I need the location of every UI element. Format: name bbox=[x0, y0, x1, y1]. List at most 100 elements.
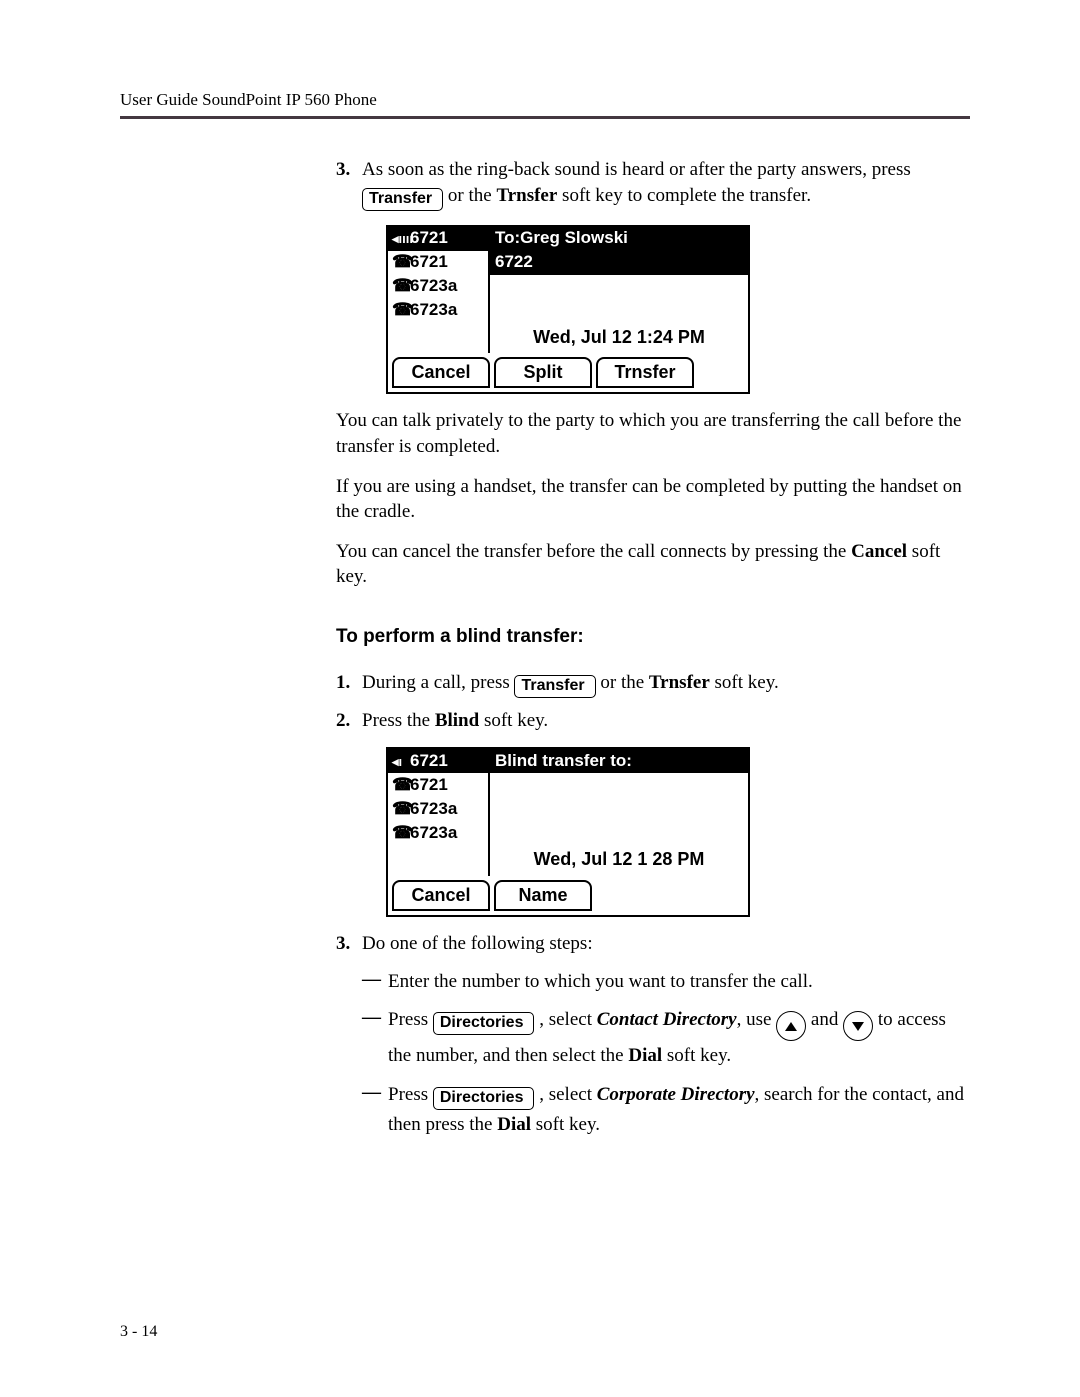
sub2-mid2: , use bbox=[737, 1009, 777, 1030]
line-label: 6723a bbox=[410, 822, 457, 845]
step-number: 3. bbox=[336, 157, 362, 211]
step3-line2-bold: Trnsfer bbox=[496, 185, 557, 206]
speaker-icon: ◂ıııı bbox=[392, 230, 410, 248]
line-row: ◂ı6721 bbox=[388, 749, 488, 773]
softkey-row: Cancel Name bbox=[388, 876, 748, 915]
directories-key: Directories bbox=[433, 1087, 535, 1110]
bs2-bold: Blind bbox=[435, 710, 479, 731]
step-body: As soon as the ring-back sound is heard … bbox=[362, 157, 970, 211]
line-label: 6721 bbox=[410, 774, 448, 797]
substep-1: — Enter the number to which you want to … bbox=[362, 967, 970, 997]
sub2-pre: Press bbox=[388, 1009, 433, 1030]
line-row: ☎6723a bbox=[388, 299, 488, 323]
step-body: Do one of the following steps: bbox=[362, 931, 970, 957]
sub2-ital: Contact Directory bbox=[597, 1009, 737, 1030]
phone-screen-2: ◂ı6721 ☎6721 ☎6723a ☎6723a Blind transfe… bbox=[386, 747, 750, 917]
sub3-pre: Press bbox=[388, 1084, 433, 1105]
substep-3: — Press Directories , select Corporate D… bbox=[362, 1080, 970, 1141]
directories-key: Directories bbox=[433, 1012, 535, 1035]
bs1-post: soft key. bbox=[710, 672, 779, 693]
line-label: 6723a bbox=[410, 275, 457, 298]
sub3-bold: Dial bbox=[497, 1114, 531, 1135]
paragraph: You can talk privately to the party to w… bbox=[336, 408, 970, 459]
step3-line1: As soon as the ring-back sound is heard … bbox=[362, 159, 911, 180]
bs2-post: soft key. bbox=[479, 710, 548, 731]
line-label: 6721 bbox=[410, 750, 448, 773]
bs1-pre: During a call, press bbox=[362, 672, 514, 693]
step3-line2-post: soft key to complete the transfer. bbox=[557, 185, 811, 206]
dash-icon: — bbox=[362, 1005, 388, 1072]
transfer-key: Transfer bbox=[362, 188, 443, 211]
line-row: ☎6723a bbox=[388, 821, 488, 845]
line-label: 6723a bbox=[410, 798, 457, 821]
line-list: ◂ıııı6721 ☎6721 ☎6723a ☎6723a bbox=[388, 227, 490, 353]
phone-icon: ☎ bbox=[392, 251, 410, 274]
blind-transfer-title: Blind transfer to: bbox=[490, 749, 748, 773]
dash-icon: — bbox=[362, 1080, 388, 1141]
line-row: ☎6721 bbox=[388, 773, 488, 797]
dash-icon: — bbox=[362, 967, 388, 997]
phone-icon: ☎ bbox=[392, 774, 410, 797]
datetime: Wed, Jul 12 1:24 PM bbox=[490, 323, 748, 353]
softkey-row: Cancel Split Trnsfer bbox=[388, 353, 748, 392]
page-number: 3 - 14 bbox=[120, 1323, 157, 1341]
phone-icon: ☎ bbox=[392, 299, 410, 322]
substep-body: Press Directories , select Corporate Dir… bbox=[388, 1080, 970, 1141]
para3-pre: You can cancel the transfer before the c… bbox=[336, 541, 851, 562]
blind-step-2: 2. Press the Blind soft key. bbox=[336, 708, 970, 734]
phone-screen-1: ◂ıııı6721 ☎6721 ☎6723a ☎6723a To:Greg Sl… bbox=[386, 225, 750, 395]
line-row: ☎6723a bbox=[388, 797, 488, 821]
bs1-mid: or the bbox=[596, 672, 649, 693]
step3-line2-pre: or the bbox=[448, 185, 497, 206]
line-row: ☎6723a bbox=[388, 275, 488, 299]
softkey-split: Split bbox=[494, 357, 592, 388]
step-3-top: 3. As soon as the ring-back sound is hea… bbox=[336, 157, 970, 211]
phone-icon: ☎ bbox=[392, 798, 410, 821]
triangle-down-icon bbox=[852, 1022, 864, 1031]
page-header: User Guide SoundPoint IP 560 Phone bbox=[120, 90, 970, 110]
line-label: 6723a bbox=[410, 299, 457, 322]
sub2-bold: Dial bbox=[628, 1045, 662, 1066]
phone-icon: ☎ bbox=[392, 275, 410, 298]
paragraph: You can cancel the transfer before the c… bbox=[336, 539, 970, 590]
softkey-cancel: Cancel bbox=[392, 357, 490, 388]
line-label: 6721 bbox=[410, 227, 448, 250]
para3-bold: Cancel bbox=[851, 541, 907, 562]
blind-step-3: 3. Do one of the following steps: bbox=[336, 931, 970, 957]
line-row: ◂ıııı6721 bbox=[388, 227, 488, 251]
blind-step-1: 1. During a call, press Transfer or the … bbox=[336, 670, 970, 698]
datetime: Wed, Jul 12 1 28 PM bbox=[490, 845, 748, 875]
sub2-mid1: , select bbox=[534, 1009, 596, 1030]
sub2-mid3: and bbox=[806, 1009, 843, 1030]
header-rule bbox=[120, 116, 970, 119]
line-row: ☎6721 bbox=[388, 251, 488, 275]
softkey-name: Name bbox=[494, 880, 592, 911]
step-body: During a call, press Transfer or the Trn… bbox=[362, 670, 970, 698]
transfer-to-number: 6722 bbox=[490, 251, 748, 275]
triangle-up-icon bbox=[785, 1022, 797, 1031]
sub3-post: soft key. bbox=[531, 1114, 600, 1135]
speaker-icon: ◂ı bbox=[392, 753, 410, 771]
down-arrow-key bbox=[843, 1011, 873, 1041]
line-label: 6721 bbox=[410, 251, 448, 274]
step-number: 1. bbox=[336, 670, 362, 698]
substep-2: — Press Directories , select Contact Dir… bbox=[362, 1005, 970, 1072]
softkey-cancel: Cancel bbox=[392, 880, 490, 911]
transfer-key: Transfer bbox=[514, 675, 595, 698]
sub3-ital: Corporate Directory bbox=[597, 1084, 755, 1105]
sub3-mid1: , select bbox=[534, 1084, 596, 1105]
bs2-pre: Press the bbox=[362, 710, 435, 731]
step-number: 3. bbox=[336, 931, 362, 957]
substep-body: Enter the number to which you want to tr… bbox=[388, 967, 970, 997]
phone-icon: ☎ bbox=[392, 822, 410, 845]
bs1-bold: Trnsfer bbox=[649, 672, 710, 693]
softkey-trnsfer: Trnsfer bbox=[596, 357, 694, 388]
up-arrow-key bbox=[776, 1011, 806, 1041]
transfer-to-title: To:Greg Slowski bbox=[490, 227, 748, 251]
step-body: Press the Blind soft key. bbox=[362, 708, 970, 734]
paragraph: If you are using a handset, the transfer… bbox=[336, 474, 970, 525]
blind-transfer-heading: To perform a blind transfer: bbox=[336, 624, 970, 650]
line-list: ◂ı6721 ☎6721 ☎6723a ☎6723a bbox=[388, 749, 490, 875]
sub2-post: soft key. bbox=[662, 1045, 731, 1066]
step-number: 2. bbox=[336, 708, 362, 734]
